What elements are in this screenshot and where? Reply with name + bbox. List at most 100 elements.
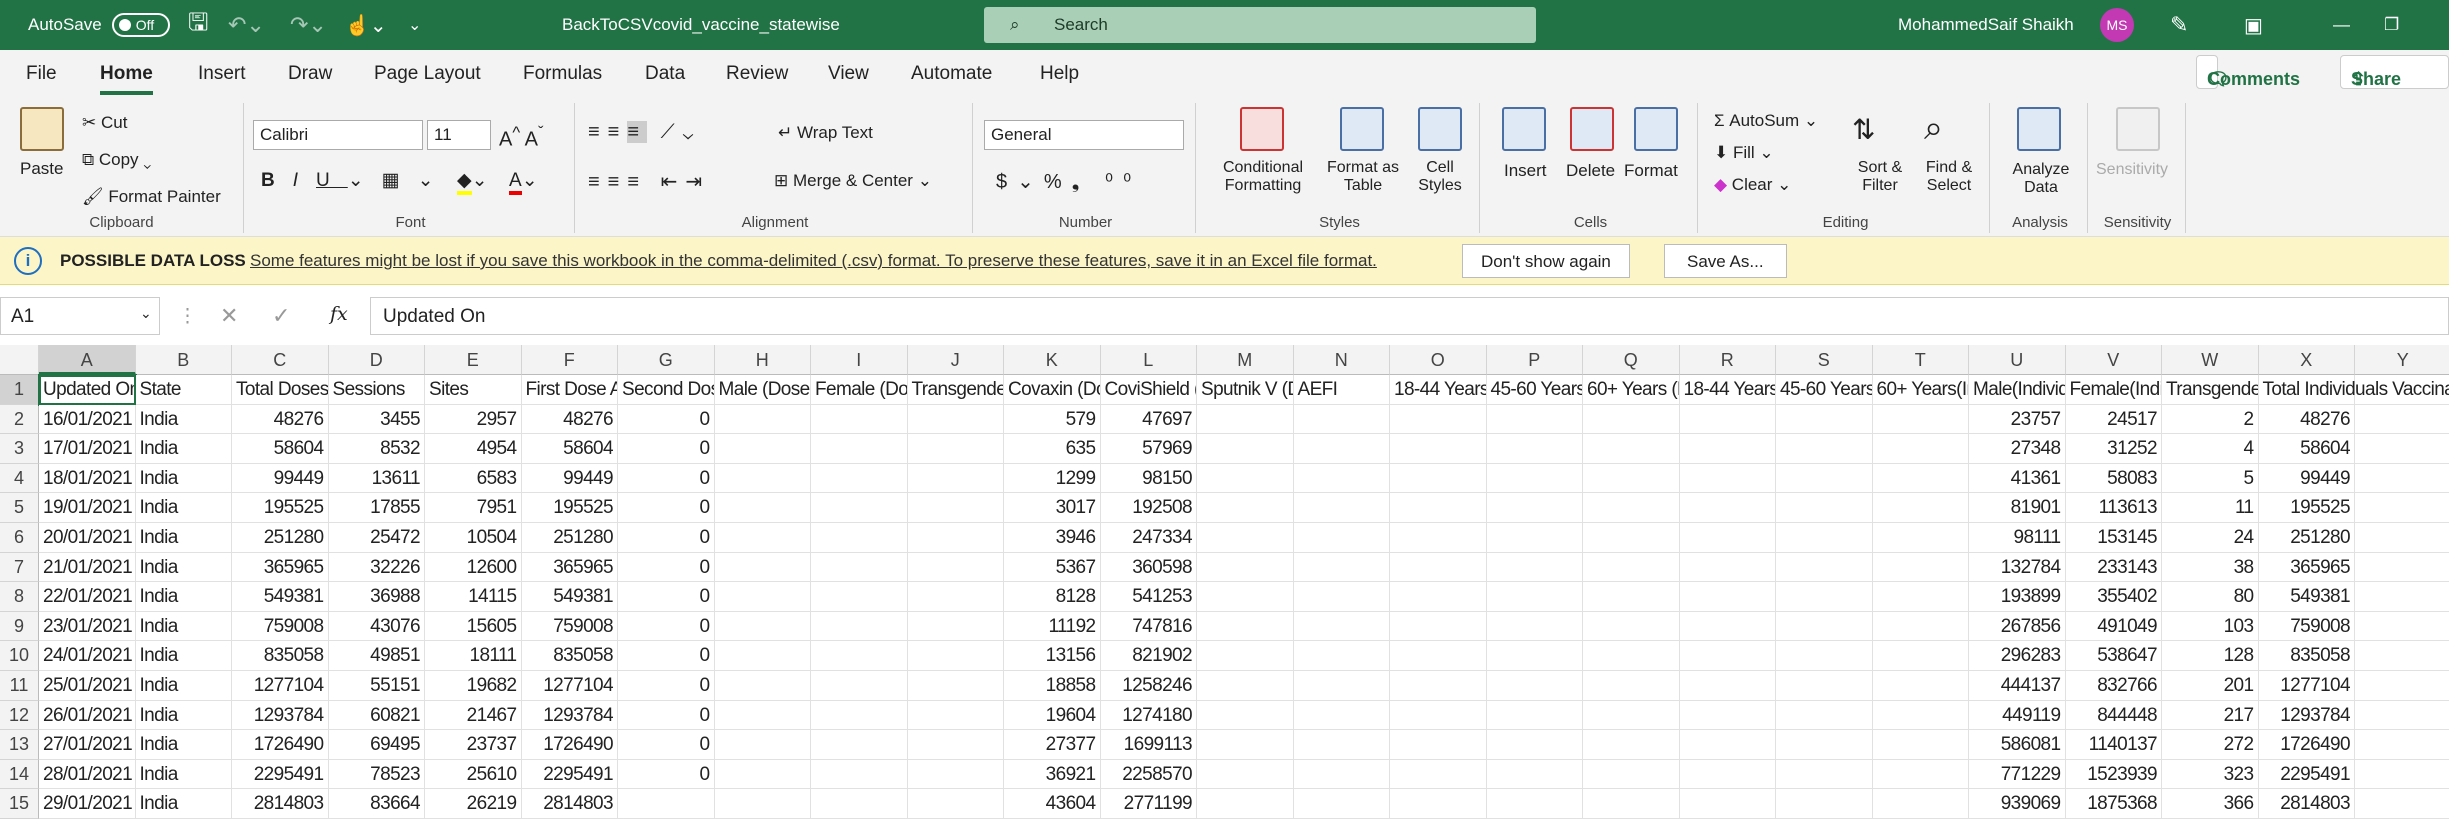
data-cell[interactable] bbox=[1679, 552, 1776, 583]
data-cell[interactable] bbox=[1486, 700, 1583, 731]
data-cell[interactable]: 251280 bbox=[521, 523, 618, 553]
data-cell[interactable] bbox=[1679, 759, 1776, 790]
comments-button[interactable]: 🗨 Comments bbox=[2196, 55, 2300, 89]
data-cell[interactable] bbox=[1776, 759, 1873, 790]
data-cell[interactable] bbox=[1390, 434, 1487, 464]
data-cell[interactable]: 1293784 bbox=[2258, 700, 2355, 731]
data-cell[interactable]: 201 bbox=[2162, 671, 2259, 701]
data-cell[interactable] bbox=[1776, 671, 1873, 701]
data-cell[interactable]: 5 bbox=[2162, 463, 2259, 494]
data-cell[interactable] bbox=[1293, 641, 1390, 671]
fill-color-button[interactable]: ◆⌄ bbox=[457, 169, 488, 195]
data-cell[interactable] bbox=[1197, 730, 1294, 760]
data-cell[interactable]: 251280 bbox=[2258, 523, 2355, 553]
data-cell[interactable] bbox=[811, 434, 908, 464]
data-cell[interactable] bbox=[907, 759, 1004, 790]
data-cell[interactable] bbox=[1197, 523, 1294, 553]
column-title-cell[interactable]: Covaxin (Doses Administered) bbox=[1004, 375, 1101, 405]
data-cell[interactable] bbox=[907, 463, 1004, 494]
data-cell[interactable]: 5367 bbox=[1004, 552, 1101, 583]
row-header-12[interactable]: 12 bbox=[0, 700, 39, 731]
data-cell[interactable]: 18111 bbox=[425, 641, 522, 671]
data-cell[interactable] bbox=[2355, 671, 2449, 701]
insert-button[interactable]: Insert bbox=[1504, 161, 1547, 181]
data-cell[interactable]: 1699113 bbox=[1100, 730, 1197, 760]
data-cell[interactable]: 36988 bbox=[328, 582, 425, 612]
data-cell[interactable] bbox=[1583, 404, 1680, 435]
data-cell[interactable] bbox=[714, 523, 811, 553]
format-button[interactable]: Format bbox=[1624, 161, 1678, 181]
clear-button[interactable]: ◆ Clear ⌄ bbox=[1714, 175, 1791, 195]
data-cell[interactable] bbox=[1872, 671, 1969, 701]
data-cell[interactable] bbox=[811, 671, 908, 701]
row-header-15[interactable]: 15 bbox=[0, 789, 39, 819]
row-header-4[interactable]: 4 bbox=[0, 463, 39, 494]
delete-button[interactable]: Delete bbox=[1566, 161, 1615, 181]
data-cell[interactable]: 153145 bbox=[2065, 523, 2162, 553]
minimize-button[interactable]: — bbox=[2333, 0, 2350, 50]
data-cell[interactable]: India bbox=[135, 759, 232, 790]
column-title-cell[interactable]: First Dose Administered bbox=[521, 375, 618, 405]
data-cell[interactable]: 1726490 bbox=[232, 730, 329, 760]
data-cell[interactable]: 6583 bbox=[425, 463, 522, 494]
data-cell[interactable] bbox=[1293, 493, 1390, 523]
data-cell[interactable]: 99449 bbox=[2258, 463, 2355, 494]
data-cell[interactable]: 2814803 bbox=[521, 789, 618, 819]
row-header-5[interactable]: 5 bbox=[0, 493, 39, 523]
formula-input[interactable]: Updated On bbox=[370, 297, 2449, 335]
data-cell[interactable]: 99449 bbox=[232, 463, 329, 494]
data-cell[interactable]: 193899 bbox=[1969, 582, 2066, 612]
merge-center-button[interactable]: ⊞ Merge & Center ⌄ bbox=[774, 171, 932, 191]
data-cell[interactable]: 60821 bbox=[328, 700, 425, 731]
data-cell[interactable]: 635 bbox=[1004, 434, 1101, 464]
data-cell[interactable]: 323 bbox=[2162, 759, 2259, 790]
data-cell[interactable] bbox=[1872, 641, 1969, 671]
data-cell[interactable]: 0 bbox=[618, 552, 715, 583]
insert-cells-icon[interactable] bbox=[1502, 107, 1546, 151]
data-cell[interactable] bbox=[1486, 730, 1583, 760]
share-button[interactable]: ⇪ Share bbox=[2340, 55, 2449, 89]
data-cell[interactable] bbox=[907, 434, 1004, 464]
column-title-cell[interactable]: Sites bbox=[425, 375, 522, 405]
data-cell[interactable]: 98150 bbox=[1100, 463, 1197, 494]
column-title-cell[interactable]: Second Dose Administered bbox=[618, 375, 715, 405]
data-cell[interactable] bbox=[1679, 434, 1776, 464]
data-cell[interactable] bbox=[618, 789, 715, 819]
data-cell[interactable]: 1299 bbox=[1004, 463, 1101, 494]
ribbon-display-icon[interactable]: ▣ bbox=[2244, 0, 2263, 50]
tab-automate[interactable]: Automate bbox=[911, 63, 992, 85]
data-cell[interactable]: 55151 bbox=[328, 671, 425, 701]
data-cell[interactable]: 103 bbox=[2162, 611, 2259, 642]
data-cell[interactable] bbox=[907, 493, 1004, 523]
data-cell[interactable]: 1277104 bbox=[232, 671, 329, 701]
data-cell[interactable] bbox=[2355, 553, 2449, 583]
format-as-table-icon[interactable] bbox=[1340, 107, 1384, 151]
data-cell[interactable] bbox=[1583, 759, 1680, 790]
data-cell[interactable] bbox=[1583, 700, 1680, 731]
data-cell[interactable]: 8532 bbox=[328, 434, 425, 464]
data-cell[interactable] bbox=[1583, 730, 1680, 760]
data-cell[interactable] bbox=[1776, 700, 1873, 731]
data-cell[interactable]: 217 bbox=[2162, 700, 2259, 731]
data-cell[interactable] bbox=[1293, 404, 1390, 435]
data-cell[interactable]: 251280 bbox=[232, 523, 329, 553]
data-cell[interactable]: 11192 bbox=[1004, 611, 1101, 642]
data-cell[interactable]: 355402 bbox=[2065, 582, 2162, 612]
column-title-cell[interactable]: Male (Doses Administered) bbox=[714, 375, 811, 405]
data-cell[interactable] bbox=[1197, 611, 1294, 642]
data-cell[interactable]: 25472 bbox=[328, 523, 425, 553]
data-cell[interactable]: 1875368 bbox=[2065, 789, 2162, 819]
format-painter-button[interactable]: 🖌 Format Painter bbox=[82, 187, 221, 207]
data-cell[interactable] bbox=[1583, 641, 1680, 671]
data-cell[interactable] bbox=[714, 611, 811, 642]
data-cell[interactable] bbox=[811, 700, 908, 731]
column-header-J[interactable]: J bbox=[907, 345, 1004, 375]
data-cell[interactable] bbox=[1583, 611, 1680, 642]
data-cell[interactable]: 0 bbox=[618, 671, 715, 701]
data-cell[interactable] bbox=[1776, 434, 1873, 464]
data-cell[interactable]: India bbox=[135, 611, 232, 642]
customize-toolbar-icon[interactable]: ⌄ bbox=[408, 0, 421, 50]
data-cell[interactable]: 24/01/2021 bbox=[39, 641, 136, 671]
column-title-cell[interactable]: 45-60 Years (Doses Administered) bbox=[1486, 375, 1583, 405]
column-title-cell[interactable]: 18-44 Years (Doses Administered) bbox=[1390, 375, 1487, 405]
